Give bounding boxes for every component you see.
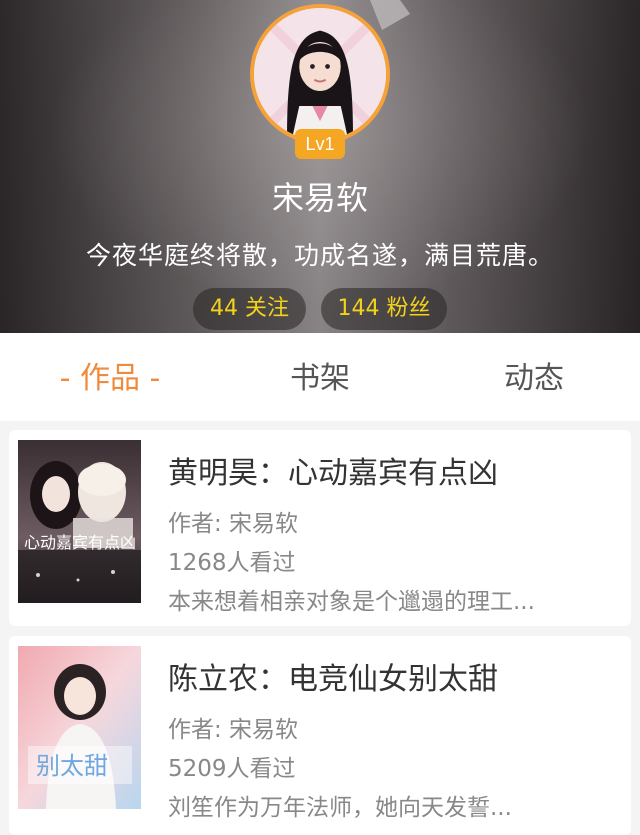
tab-feed[interactable]: 动态 bbox=[444, 333, 624, 421]
book-views: 1268人看过 bbox=[168, 550, 296, 576]
following-count[interactable]: 44 关注 bbox=[193, 288, 306, 330]
tab-works[interactable]: - 作品 - bbox=[20, 333, 200, 421]
book-title[interactable]: 黄明昊：心动嘉宾有点凶 bbox=[168, 454, 498, 494]
fans-count[interactable]: 144 粉丝 bbox=[321, 288, 447, 330]
profile-name: 宋易软 bbox=[271, 179, 368, 217]
book-cover[interactable]: 心动嘉宾有点凶 bbox=[18, 440, 141, 603]
tab-bookshelf[interactable]: 书架 bbox=[230, 333, 410, 421]
book-description: 刘笙作为万年法师，她向天发誓... bbox=[168, 795, 512, 821]
book-author: 作者: 宋易软 bbox=[168, 717, 299, 743]
book-views: 5209人看过 bbox=[168, 756, 296, 782]
book-description: 本来想着相亲对象是个邋遢的理工... bbox=[168, 589, 535, 615]
tab-bar: - 作品 - 书架 动态 bbox=[0, 333, 640, 421]
profile-header: Lv1 宋易软 今夜华庭终将散，功成名遂，满目荒唐。 44 关注 144 粉丝 bbox=[0, 0, 640, 333]
cover-title-text: 心动嘉宾有点凶 bbox=[24, 533, 136, 552]
share-icon[interactable] bbox=[370, 0, 410, 30]
level-badge: Lv1 bbox=[295, 129, 345, 159]
profile-bio: 今夜华庭终将散，功成名遂，满目荒唐。 bbox=[85, 241, 554, 270]
avatar[interactable] bbox=[250, 4, 390, 144]
book-title[interactable]: 陈立农：电竞仙女别太甜 bbox=[168, 660, 498, 700]
book-card[interactable]: 别太甜 陈立农：电竞仙女别太甜 作者: 宋易软 5209人看过 刘笙作为万年法师… bbox=[9, 636, 631, 835]
book-author: 作者: 宋易软 bbox=[168, 511, 299, 537]
book-cover[interactable]: 别太甜 bbox=[18, 646, 141, 809]
book-card[interactable]: 心动嘉宾有点凶 黄明昊：心动嘉宾有点凶 作者: 宋易软 1268人看过 本来想着… bbox=[9, 430, 631, 626]
cover-title-text: 别太甜 bbox=[36, 752, 108, 780]
